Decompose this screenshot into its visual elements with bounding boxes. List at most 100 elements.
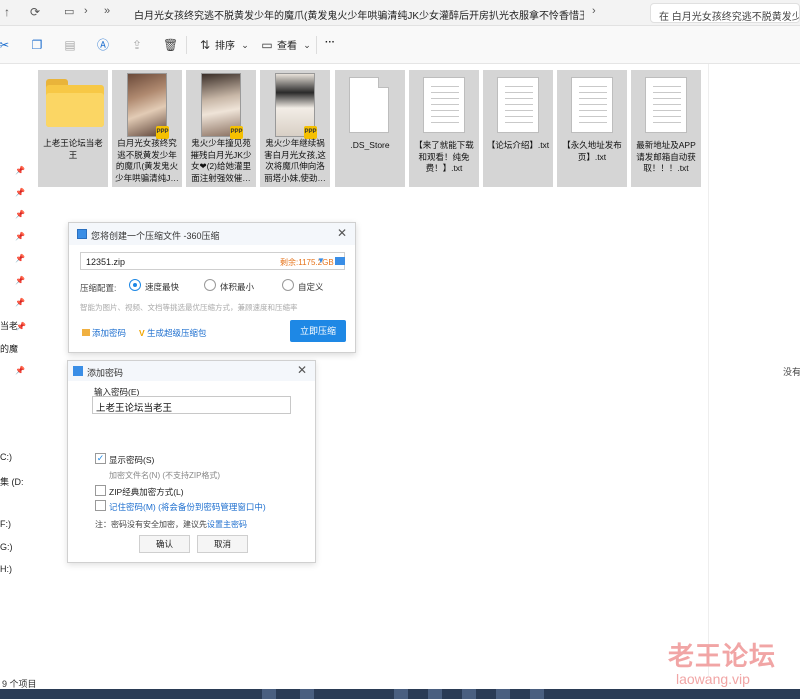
paste-icon[interactable]: ▤ [63, 38, 77, 52]
close-icon[interactable]: ✕ [297, 363, 307, 377]
archive-path-field[interactable]: 12351.zip 剩余:1175.2GB ▼ [80, 252, 345, 270]
breadcrumb-folder[interactable]: 白月光女孩终究逃不脱黄发少年的魔爪(黄发鬼火少年哄骗清纯JK少女灌醉后开房扒光衣… [134, 7, 584, 22]
sort-icon: ⇅ [199, 38, 211, 52]
copy-icon[interactable]: ❐ [30, 38, 44, 52]
file-name: 上老王论坛当老王 [43, 138, 103, 160]
taskbar-app-icon[interactable] [300, 689, 314, 699]
watermark-cn: 老王论坛 [668, 642, 777, 672]
file-item-folder[interactable]: 上老王论坛当老王 [38, 70, 108, 187]
file-item-text[interactable]: 【永久地址发布页】.txt [557, 70, 627, 187]
text-file-icon [563, 73, 621, 137]
file-item-text[interactable]: 【论坛介绍】.txt [483, 70, 553, 187]
pin-icon[interactable]: 📌 [15, 276, 25, 285]
search-input[interactable]: 在 白月光女孩终究逃不脱黄发少年 [650, 3, 800, 23]
share-icon[interactable]: ⇪ [130, 38, 144, 52]
view-button[interactable]: 查看 [277, 37, 297, 52]
close-icon[interactable]: ✕ [337, 226, 347, 240]
more-options-button[interactable]: ··· [325, 37, 335, 48]
nav-item[interactable]: 的魔 [0, 342, 18, 355]
monitor-icon[interactable]: ▭ [64, 5, 74, 18]
file-item-text[interactable]: 【来了就能下载和观看！纯免费！】.txt [409, 70, 479, 187]
remember-password-checkbox[interactable] [95, 500, 106, 511]
radio-custom-label[interactable]: 自定义 [298, 281, 324, 293]
file-name: 最新地址及APP请发邮箱自动获取！！！.txt [636, 140, 696, 173]
radio-smallest[interactable] [204, 279, 216, 291]
radio-fastest-label[interactable]: 速度最快 [145, 281, 179, 293]
app-360-icon [77, 229, 87, 239]
pin-icon[interactable]: 📌 [15, 366, 25, 375]
taskbar-app-icon[interactable] [428, 689, 442, 699]
pin-icon[interactable]: 📌 [15, 188, 25, 197]
file-name: 【来了就能下载和观看！纯免费！】.txt [414, 140, 474, 173]
rename-icon[interactable]: Ⓐ [96, 38, 110, 52]
lock-icon [82, 329, 90, 336]
drive-f[interactable]: F:) [0, 519, 11, 529]
taskbar-app-icon[interactable] [262, 689, 276, 699]
super-compress-link[interactable]: V 生成超级压缩包 [139, 327, 207, 339]
pin-icon[interactable]: 📌 [15, 232, 25, 241]
dropdown-arrow-icon[interactable]: ▼ [317, 256, 325, 265]
drive-g[interactable]: G:) [0, 542, 13, 552]
delete-icon[interactable]: 🗑 [163, 38, 178, 52]
file-name: 【论坛介绍】.txt [486, 140, 550, 150]
taskbar-app-icon[interactable] [394, 689, 408, 699]
file-name: 【永久地址发布页】.txt [562, 140, 622, 162]
navigation-pane: 📌 📌 📌 📌 📌 📌 📌 当老 📌 的魔 📌 C:) 集 (D: F:) G:… [0, 64, 28, 676]
cancel-button[interactable]: 取消 [197, 535, 248, 553]
drive-d[interactable]: 集 (D: [0, 475, 24, 488]
cut-icon[interactable]: ✂ [0, 38, 11, 52]
view-icon: ▭ [261, 38, 273, 52]
file-item-ds-store[interactable]: .DS_Store [335, 70, 405, 187]
config-label: 压缩配置: [80, 283, 117, 293]
pin-icon[interactable]: 📌 [15, 166, 25, 175]
file-item-video[interactable]: PPP 白月光女孩终究逃不脱黄发少年的魔爪(黄发鬼火少年哄骗清纯J… [112, 70, 182, 187]
watermark-en: laowang.vip [676, 671, 750, 687]
chevron-down-icon[interactable]: ⌄ [300, 38, 314, 52]
toolbar-divider [316, 36, 317, 54]
show-password-label[interactable]: 显示密码(S) [109, 454, 154, 466]
browse-folder-icon[interactable] [335, 257, 345, 265]
pin-icon[interactable]: 📌 [15, 254, 25, 263]
watermark: 老王论坛 laowang.vip [668, 636, 793, 687]
radio-custom[interactable] [282, 279, 294, 291]
file-name: 白月光女孩终究逃不脱黄发少年的魔爪(黄发鬼火少年哄骗清纯J… [115, 138, 179, 183]
set-master-password-link[interactable]: 设置主密码 [207, 520, 247, 529]
chevron-right-icon[interactable]: › [592, 5, 596, 17]
preview-empty-text: 没有 [783, 367, 800, 377]
radio-fastest[interactable] [129, 279, 141, 291]
pin-icon[interactable]: 📌 [15, 298, 25, 307]
ok-button[interactable]: 确认 [139, 535, 190, 553]
zip-classic-label[interactable]: ZIP经典加密方式(L) [109, 486, 184, 498]
sort-button[interactable]: 排序 [215, 37, 235, 52]
file-item-video[interactable]: PPP 鬼火少年继续祸害白月光女孩,这次将魔爪伸向洛丽塔小妹,使劲… [260, 70, 330, 187]
compress-now-button[interactable]: 立即压缩 [290, 320, 346, 342]
up-arrow-icon[interactable]: ↑ [4, 5, 10, 19]
zip-classic-checkbox[interactable] [95, 485, 106, 496]
remember-password-label[interactable]: 记住密码(M) (将会备份到密码管理窗口中) [109, 501, 266, 513]
taskbar-app-icon[interactable] [462, 689, 476, 699]
address-bar: ↑ ⟳ ▭ › » 白月光女孩终究逃不脱黄发少年的魔爪(黄发鬼火少年哄骗清纯JK… [0, 0, 800, 26]
add-password-link[interactable]: 添加密码 [82, 327, 126, 339]
show-password-checkbox[interactable]: ✓ [95, 453, 106, 464]
video-thumbnail-icon: PPP [275, 73, 317, 139]
chevron-right-icon[interactable]: › [84, 5, 88, 17]
taskbar-app-icon[interactable] [530, 689, 544, 699]
compression-hint: 智能为图片、视频、文档等挑选最优压缩方式，兼顾速度和压缩率 [80, 303, 298, 312]
pin-icon[interactable]: 📌 [15, 210, 25, 219]
path-overflow[interactable]: » [104, 5, 110, 17]
drive-c[interactable]: C:) [0, 452, 12, 462]
note-text: 注：密码没有安全加密，建议先 [95, 520, 207, 529]
chevron-down-icon[interactable]: ⌄ [238, 38, 252, 52]
file-item-text[interactable]: 最新地址及APP请发邮箱自动获取！！！.txt [631, 70, 701, 187]
archive-filename[interactable]: 12351.zip [86, 257, 125, 267]
dialog-title: 添加密码 [87, 368, 124, 378]
refresh-icon[interactable]: ⟳ [30, 5, 40, 19]
add-password-label: 添加密码 [92, 328, 127, 338]
v-icon: V [139, 328, 145, 338]
pin-icon[interactable]: 📌 [16, 322, 26, 331]
drive-h[interactable]: H:) [0, 564, 12, 574]
file-item-video[interactable]: PPP 鬼火少年撞见苑摧残白月光JK少女❤(2)给她灌里面注射强效催… [186, 70, 256, 187]
radio-smallest-label[interactable]: 体积最小 [220, 281, 254, 293]
password-input[interactable]: 上老王论坛当老王 [92, 396, 291, 414]
taskbar-app-icon[interactable] [496, 689, 510, 699]
